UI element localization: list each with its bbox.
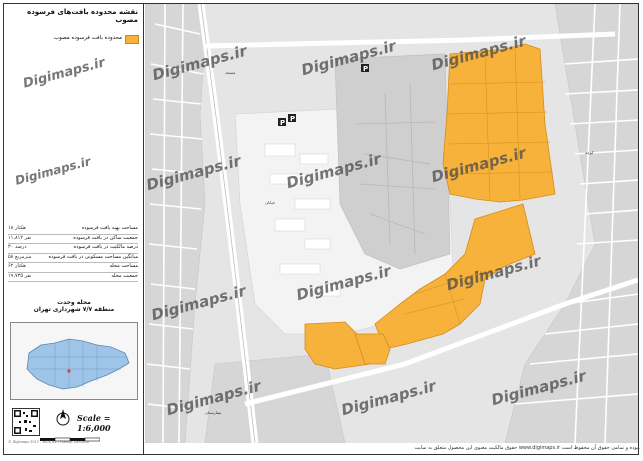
stat-row: ۶۲ هکتار مساحت محله [8, 263, 138, 273]
watermark: Digimaps.ir [21, 55, 107, 92]
legend-label: محدوده بافت فرسوده مصوب [53, 35, 122, 41]
footer-copyright: حقوق مالکیت معنوی این محصول متعلق به سای… [414, 445, 640, 451]
stat-row: ۱۸ هکتار مساحت پهنه بافت فرسوده [8, 225, 138, 235]
stats-table: ۱۸ هکتار مساحت پهنه بافت فرسوده ۱۱,۸۱۲ نف… [8, 225, 138, 282]
map-canvas[interactable]: P P P مسجد پارک خیابان کوچه بیمارستان Di… [145, 4, 638, 443]
svg-text:مسجد: مسجد [225, 70, 235, 75]
svg-text:بیمارستان: بیمارستان [205, 410, 222, 415]
stat-row: ۵۸ مترمربع میانگین مساحت مسکونی در بافت ف… [8, 254, 138, 263]
sidebar: نقشه محدوده بافت‌های فرسوده مصوب محدوده … [4, 4, 144, 454]
qr-code [12, 408, 40, 436]
svg-text:P: P [363, 65, 368, 73]
stat-row: ۱۱,۸۱۲ نفر جمعیت ساکن در بافت فرسوده [8, 235, 138, 244]
locator-map [10, 322, 138, 400]
map-sheet: نقشه محدوده بافت‌های فرسوده مصوب محدوده … [3, 3, 640, 455]
map-title: نقشه محدوده بافت‌های فرسوده مصوب [27, 8, 138, 24]
watermark: Digimaps.ir [13, 154, 93, 188]
region-label: محله وحدت منطقه ۷/۷ شهرداری تهران [33, 299, 115, 313]
scale-bar [40, 428, 101, 442]
legend-swatch [125, 35, 139, 44]
svg-text:خیابان: خیابان [265, 200, 276, 205]
stat-row: ۱۹,۷۳۵ نفر جمعیت محله [8, 273, 138, 282]
stat-row: ۳۰ درصد درصد مالکیت در بافت فرسوده [8, 244, 138, 254]
svg-text:P: P [290, 115, 295, 123]
svg-text:P: P [280, 119, 285, 127]
credits: © Digimaps 2017 - WGS 84 / Pseudo Mercat… [8, 440, 90, 444]
svg-text:کوچه: کوچه [585, 150, 594, 155]
north-arrow-icon [56, 408, 70, 430]
